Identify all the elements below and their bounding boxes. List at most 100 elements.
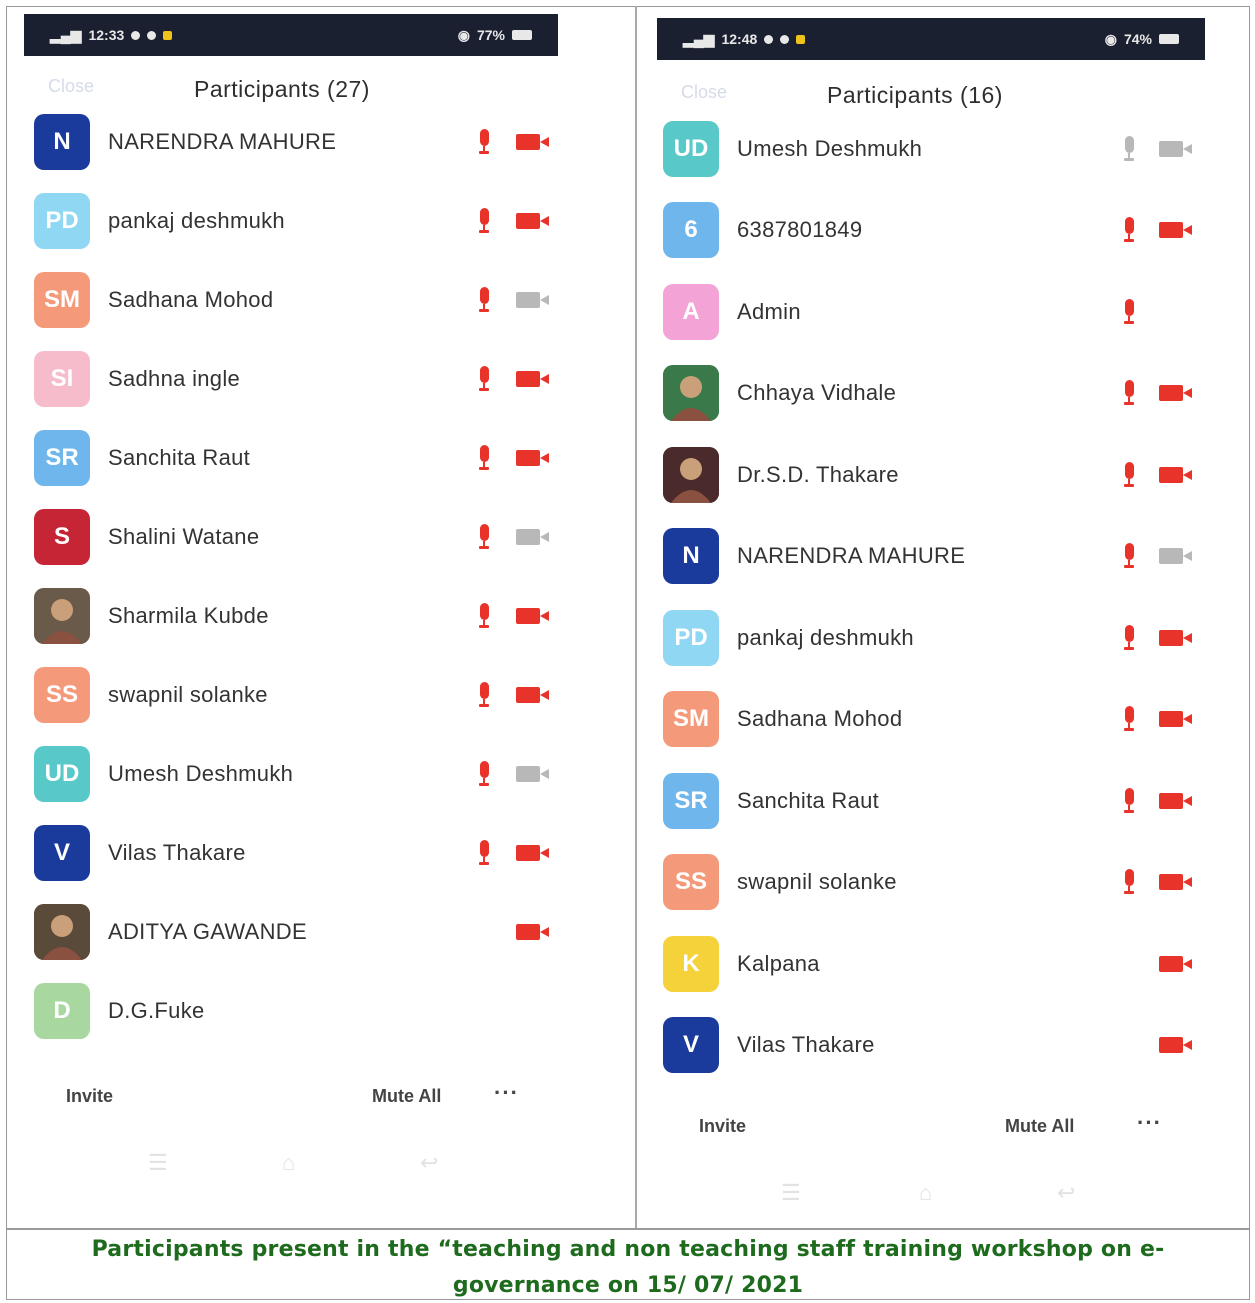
video-camera-icon[interactable] (1159, 548, 1193, 565)
microphone-icon[interactable] (1123, 135, 1135, 162)
more-options-button[interactable]: ··· (1137, 1110, 1162, 1136)
mute-all-button[interactable]: Mute All (1005, 1116, 1074, 1137)
microphone-icon[interactable] (1123, 543, 1135, 569)
participant-row[interactable]: Chhaya Vidhale (657, 353, 1205, 435)
microphone-icon[interactable] (1123, 380, 1135, 406)
menu-icon[interactable]: ☰ (781, 1180, 801, 1206)
participant-row[interactable]: UD Umesh Deshmukh (657, 108, 1205, 190)
page-title: Participants (16) (827, 82, 1003, 108)
participant-row[interactable]: V Vilas Thakare (24, 813, 564, 892)
participant-name: Sanchita Raut (737, 787, 880, 813)
video-camera-icon[interactable] (1159, 140, 1193, 157)
mute-all-button[interactable]: Mute All (372, 1086, 441, 1107)
avatar-initials: 6 (684, 216, 698, 244)
video-camera-icon[interactable] (516, 133, 550, 150)
video-camera-icon[interactable] (1159, 385, 1193, 402)
microphone-icon[interactable] (478, 760, 490, 787)
video-camera-icon[interactable] (516, 212, 550, 229)
participant-row[interactable]: SI Sadhna ingle (24, 339, 564, 418)
microphone-icon[interactable] (1123, 624, 1135, 651)
participant-row[interactable]: 6 6387801849 (657, 190, 1205, 272)
participant-row[interactable]: SS swapnil solanke (24, 655, 564, 734)
participant-row[interactable]: S Shalini Watane (24, 497, 564, 576)
close-button[interactable]: Close (48, 76, 94, 97)
participant-row[interactable]: Dr.S.D. Thakare (657, 434, 1205, 516)
avatar-initials: S (53, 522, 70, 550)
participant-row[interactable]: N NARENDRA MAHURE (657, 516, 1205, 598)
video-camera-icon[interactable] (1159, 1037, 1193, 1054)
participant-row[interactable]: PD pankaj deshmukh (24, 181, 564, 260)
microphone-icon[interactable] (478, 602, 490, 629)
microphone-icon[interactable] (478, 207, 490, 234)
video-camera-icon[interactable] (516, 370, 550, 387)
participant-row[interactable]: UD Umesh Deshmukh (24, 734, 564, 813)
microphone-icon[interactable] (1123, 869, 1135, 895)
invite-button[interactable]: Invite (699, 1116, 746, 1137)
avatar (663, 365, 719, 422)
microphone-icon[interactable] (478, 839, 490, 866)
microphone-icon[interactable] (1123, 706, 1135, 732)
invite-button[interactable]: Invite (66, 1086, 113, 1107)
video-camera-icon[interactable] (1159, 792, 1193, 809)
microphone-icon[interactable] (1123, 217, 1135, 243)
back-icon[interactable]: ↩ (420, 1150, 438, 1176)
video-camera-icon[interactable] (516, 844, 550, 861)
video-camera-icon[interactable] (516, 291, 550, 308)
avatar-initials: PD (674, 623, 708, 651)
video-camera-icon[interactable] (1159, 711, 1193, 728)
microphone-icon[interactable] (478, 365, 490, 392)
participant-name: D.G.Fuke (108, 997, 205, 1023)
participant-row[interactable]: SM Sadhana Mohod (657, 679, 1205, 761)
participant-row[interactable]: SR Sanchita Raut (24, 418, 564, 497)
home-icon[interactable]: ⌂ (919, 1180, 932, 1206)
video-camera-icon[interactable] (516, 765, 550, 782)
participant-row[interactable]: SS swapnil solanke (657, 842, 1205, 924)
video-camera-icon[interactable] (516, 528, 550, 545)
microphone-icon[interactable] (478, 444, 490, 471)
video-camera-icon[interactable] (1159, 222, 1193, 239)
home-icon[interactable]: ⌂ (282, 1150, 295, 1176)
microphone-icon[interactable] (478, 128, 490, 155)
participant-row[interactable]: SM Sadhana Mohod (24, 260, 564, 339)
video-camera-icon[interactable] (1159, 466, 1193, 483)
video-camera-icon[interactable] (516, 449, 550, 466)
menu-icon[interactable]: ☰ (148, 1150, 168, 1176)
microphone-icon[interactable] (478, 523, 490, 550)
participant-name: swapnil solanke (108, 681, 268, 707)
participant-name: Kalpana (737, 950, 820, 976)
video-camera-icon[interactable] (1159, 629, 1193, 646)
back-icon[interactable]: ↩ (1057, 1180, 1075, 1206)
avatar: SS (663, 854, 719, 911)
more-options-button[interactable]: ··· (494, 1080, 519, 1106)
video-camera-icon[interactable] (1159, 955, 1193, 972)
participant-name: 6387801849 (737, 217, 863, 243)
microphone-icon[interactable] (478, 286, 490, 313)
avatar: S (34, 508, 90, 565)
status-time: 12:33 (88, 27, 125, 43)
participant-row[interactable]: N NARENDRA MAHURE (24, 102, 564, 181)
participant-row[interactable]: Sharmila Kubde (24, 576, 564, 655)
microphone-icon[interactable] (1123, 298, 1135, 325)
participant-row[interactable]: SR Sanchita Raut (657, 760, 1205, 842)
participant-row[interactable]: D D.G.Fuke (24, 971, 564, 1050)
status-bar: ▂▄▆ 12:33 ◉ 77% (24, 14, 558, 56)
participant-row[interactable]: V Vilas Thakare (657, 1005, 1205, 1087)
participant-name: Sadhana Mohod (108, 286, 274, 312)
video-camera-icon[interactable] (516, 607, 550, 624)
video-camera-icon[interactable] (1159, 874, 1193, 891)
participant-name: Admin (737, 298, 801, 324)
screen-divider (635, 6, 637, 1228)
participant-row[interactable]: A Admin (657, 271, 1205, 353)
system-nav-bar: ☰ ⌂ ↩ (24, 1150, 564, 1176)
participant-row[interactable]: PD pankaj deshmukh (657, 597, 1205, 679)
microphone-icon[interactable] (478, 681, 490, 708)
participant-row[interactable]: K Kalpana (657, 923, 1205, 1005)
microphone-icon[interactable] (1123, 461, 1135, 488)
microphone-icon[interactable] (1123, 787, 1135, 814)
video-camera-icon[interactable] (516, 923, 550, 940)
notification-icon (131, 30, 141, 40)
participant-row[interactable]: ADITYA GAWANDE (24, 892, 564, 971)
caption-line: Participants present in the “teaching an… (91, 1237, 1165, 1262)
close-button[interactable]: Close (681, 82, 727, 103)
video-camera-icon[interactable] (516, 686, 550, 703)
